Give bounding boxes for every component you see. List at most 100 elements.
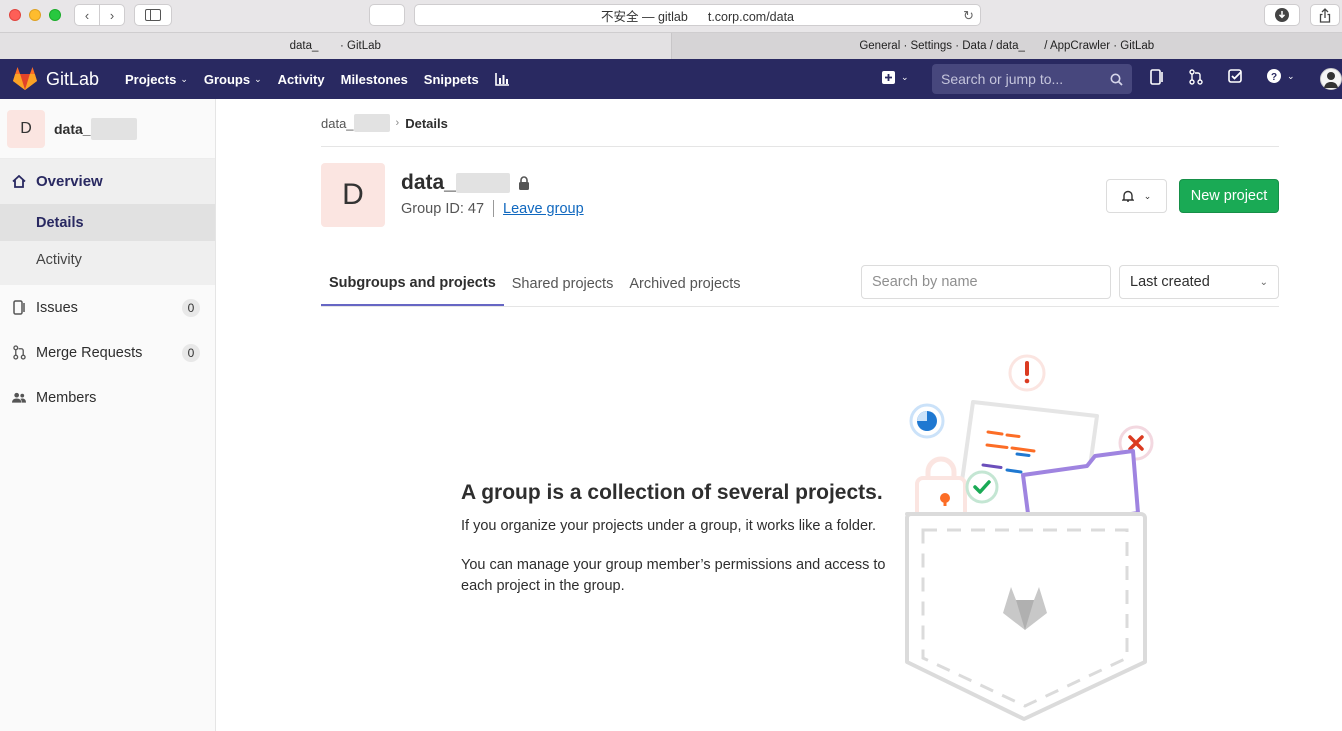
global-search-input[interactable]: Search or jump to...	[932, 64, 1132, 94]
user-icon	[1324, 72, 1338, 88]
forward-button[interactable]: ›	[99, 4, 125, 26]
group-tabs: Subgroups and projects Shared projects A…	[321, 262, 749, 306]
home-icon	[12, 175, 26, 188]
header-divider	[321, 146, 1279, 147]
browser-tab-settings[interactable]: General · Settings · Data / data_ / AppC…	[671, 33, 1342, 59]
browser-tab-active[interactable]: data_ · GitLab	[0, 33, 672, 59]
group-avatar-large: D	[321, 163, 385, 227]
tab-shared-projects[interactable]: Shared projects	[504, 262, 622, 306]
sidebar-toggle-button[interactable]	[134, 4, 172, 26]
nav-snippets[interactable]: Snippets	[416, 59, 487, 99]
tab-label: Archived projects	[629, 276, 741, 292]
todo-check-icon	[1228, 69, 1242, 83]
redacted-block	[353, 114, 390, 132]
nav-groups[interactable]: Groups ⌄	[196, 59, 270, 99]
sidebar-item-overview[interactable]: Overview	[0, 159, 215, 204]
search-placeholder: Search or jump to...	[941, 71, 1064, 87]
sidebar-item-label: Overview	[36, 173, 103, 190]
nav-projects[interactable]: Projects ⌄	[117, 59, 196, 99]
group-sidebar: D data_ Overview Details Activity Issues…	[0, 99, 216, 731]
new-dropdown[interactable]: ⌄	[882, 71, 909, 84]
sidebar-item-issues[interactable]: Issues 0	[0, 285, 215, 330]
empty-state-illustration	[905, 354, 1154, 721]
bell-icon	[1121, 190, 1134, 202]
nav-analytics[interactable]	[487, 59, 517, 99]
chevron-down-icon: ⌄	[180, 73, 188, 84]
sidebar-group-name: data_	[54, 117, 137, 140]
empty-state-title: A group is a collection of several proje…	[461, 481, 883, 504]
redacted-block	[90, 117, 137, 140]
group-title-text: data_	[401, 171, 456, 194]
issues-shortcut[interactable]	[1150, 69, 1164, 89]
reload-icon[interactable]: ↻	[963, 8, 974, 24]
back-button[interactable]: ‹	[74, 4, 100, 26]
page-title: data_	[401, 171, 530, 195]
sidebar-item-label: Activity	[36, 251, 82, 268]
group-meta: Group ID: 47 Leave group	[401, 200, 584, 217]
chart-icon	[494, 72, 509, 86]
empty-state-text-1: If you organize your projects under a gr…	[461, 518, 877, 534]
downloads-button[interactable]	[1264, 4, 1300, 26]
new-project-button[interactable]: New project	[1179, 179, 1279, 213]
sidebar-item-label: Merge Requests	[36, 344, 143, 361]
chevron-down-icon: ⌄	[901, 72, 909, 82]
gitlab-tanuki-icon	[13, 67, 37, 90]
chevron-down-icon: ⌄	[1143, 190, 1152, 201]
overview-submenu: Details Activity	[0, 204, 215, 285]
minimize-window-button[interactable]	[29, 9, 41, 21]
sidebar-item-details[interactable]: Details	[0, 204, 215, 241]
share-button[interactable]	[1310, 4, 1340, 26]
chevron-right-icon: ›	[395, 117, 400, 129]
topnav-menu: Projects ⌄ Groups ⌄ Activity Milestones Sn…	[117, 59, 517, 99]
tab-label: Subgroups and projects	[329, 275, 496, 291]
chevron-down-icon: ⌄	[1287, 70, 1295, 81]
nav-activity[interactable]: Activity	[270, 59, 333, 99]
pie-chart-icon	[909, 403, 945, 439]
sort-selected: Last created	[1130, 274, 1210, 290]
sort-dropdown[interactable]: Last created ⌄	[1119, 265, 1279, 299]
extension-button[interactable]	[369, 4, 405, 26]
todos-shortcut[interactable]	[1228, 69, 1243, 88]
gitlab-logo-link[interactable]: GitLab	[12, 67, 99, 91]
help-dropdown[interactable]: ? ⌄	[1267, 69, 1295, 83]
nav-label: Activity	[277, 71, 325, 87]
search-placeholder: Search by name	[872, 274, 978, 290]
padlock-icon	[915, 456, 967, 522]
group-avatar: D	[7, 109, 45, 148]
meta-separator	[493, 200, 495, 217]
breadcrumb-parent[interactable]: data_	[321, 116, 354, 131]
merge-requests-count-badge: 0	[182, 344, 200, 362]
tabs-divider	[321, 306, 1279, 307]
close-window-button[interactable]	[9, 9, 21, 21]
group-id: Group ID: 47	[401, 200, 485, 217]
address-bar[interactable]: 不安全 — gitlab t.corp.com/data ↻	[414, 4, 981, 26]
sidebar-item-members[interactable]: Members	[0, 375, 215, 420]
tab-archived-projects[interactable]: Archived projects	[621, 262, 748, 306]
nav-milestones[interactable]: Milestones	[333, 59, 416, 99]
chevron-down-icon: ⌄	[1259, 276, 1268, 288]
sidebar-item-activity[interactable]: Activity	[0, 241, 215, 278]
notification-settings-button[interactable]: ⌄	[1106, 179, 1167, 213]
breadcrumb: data_ › Details	[321, 114, 448, 132]
nav-label: Groups	[203, 71, 251, 87]
lock-icon	[518, 176, 529, 190]
sidebar-item-merge-requests[interactable]: Merge Requests 0	[0, 330, 215, 375]
tab-title: data_ · GitLab	[289, 40, 381, 52]
breadcrumb-current: Details	[405, 115, 448, 131]
browser-tabbar: data_ · GitLab General · Settings · Data…	[0, 33, 1342, 59]
merge-requests-shortcut[interactable]	[1189, 69, 1203, 89]
user-avatar[interactable]	[1320, 68, 1342, 90]
users-icon	[12, 392, 26, 404]
leave-group-link[interactable]: Leave group	[503, 201, 584, 217]
zoom-window-button[interactable]	[49, 9, 61, 21]
share-icon	[1319, 7, 1331, 23]
filter-by-name-input[interactable]: Search by name	[861, 265, 1111, 299]
issues-icon	[12, 300, 26, 315]
redacted-block	[455, 173, 510, 193]
tab-subgroups-and-projects[interactable]: Subgroups and projects	[321, 262, 504, 306]
check-circle-icon	[965, 470, 999, 504]
sidebar-group-header[interactable]: D data_	[0, 99, 215, 159]
svg-text:?: ?	[1271, 72, 1277, 83]
tab-title: General · Settings · Data / data_ / AppC…	[859, 40, 1155, 52]
sidebar-item-label: Issues	[36, 299, 78, 316]
